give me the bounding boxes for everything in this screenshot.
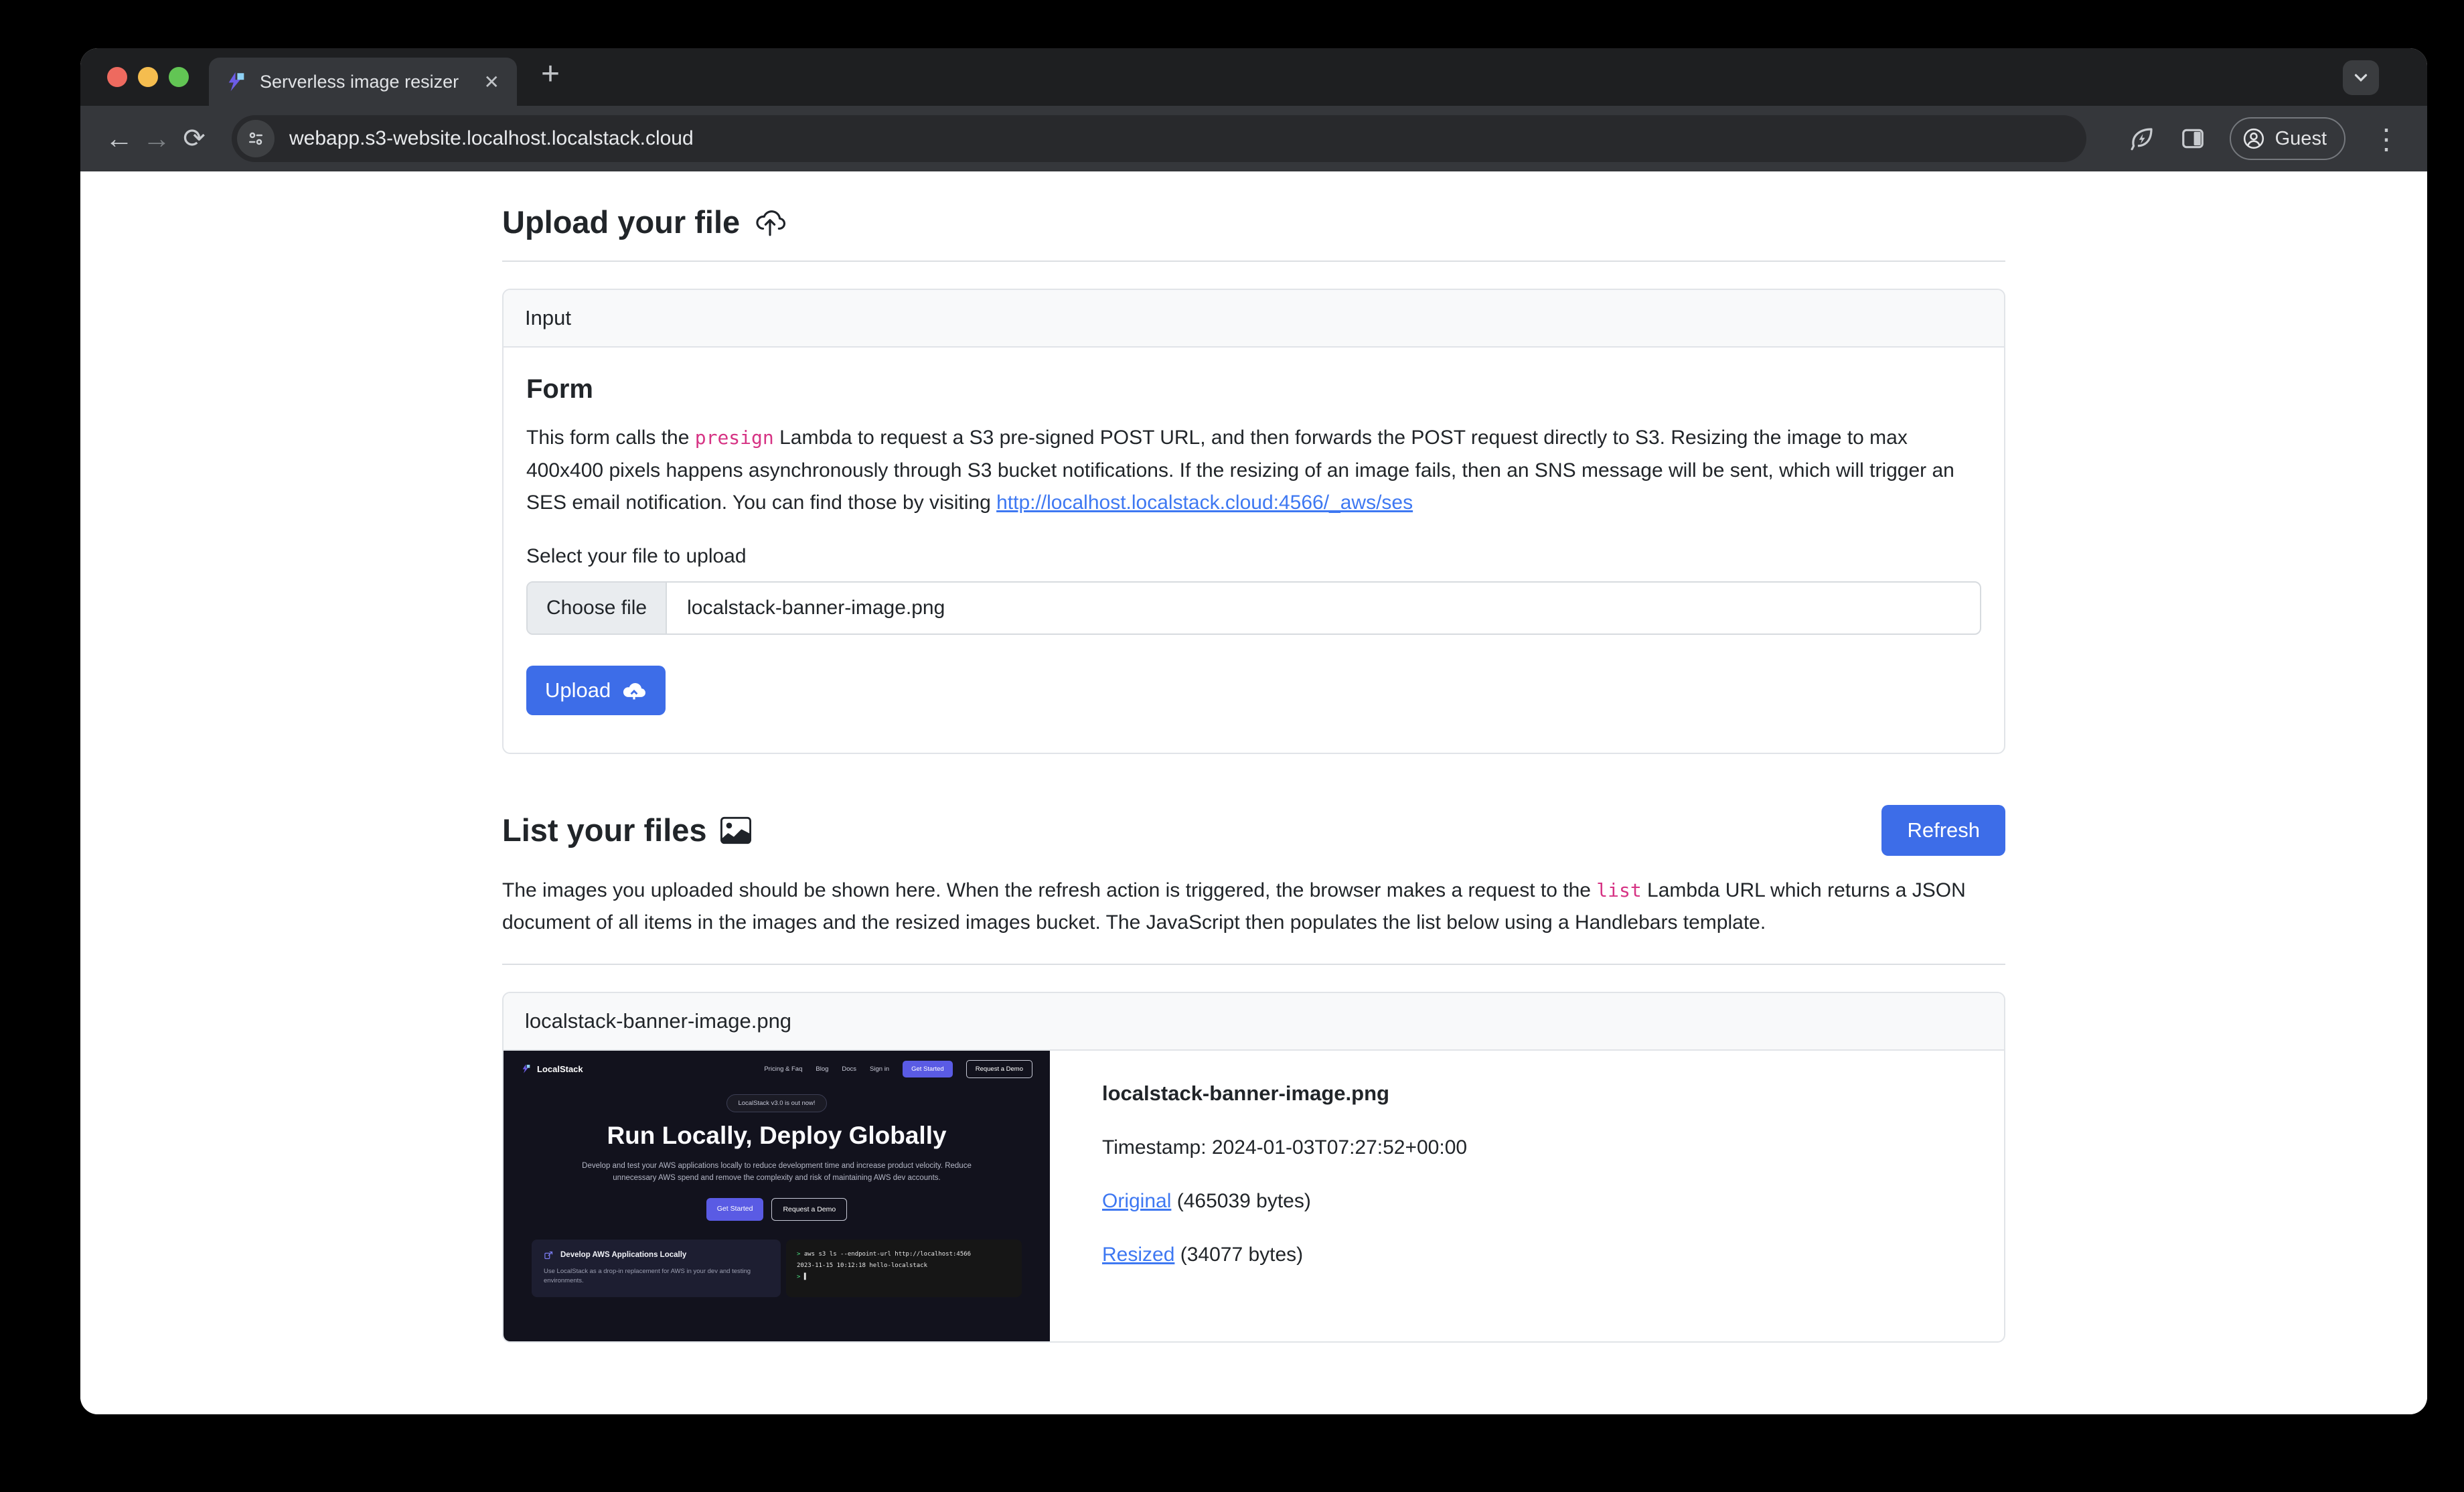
refresh-button[interactable]: Refresh xyxy=(1881,805,2005,856)
list-section-title: List your files xyxy=(502,812,751,848)
resized-size: (34077 bytes) xyxy=(1174,1244,1303,1266)
banner-request-demo-button: Request a Demo xyxy=(966,1060,1032,1078)
image-icon xyxy=(720,815,751,846)
banner-brand-text: LocalStack xyxy=(537,1064,583,1074)
terminal-prompt2: > xyxy=(797,1274,800,1280)
file-timestamp: Timestamp: 2024-01-03T07:27:52+00:00 xyxy=(1102,1136,1467,1159)
person-icon xyxy=(2242,127,2266,151)
share-icon xyxy=(544,1250,554,1260)
original-size: (465039 bytes) xyxy=(1171,1190,1310,1212)
banner-logo: LocalStack xyxy=(521,1063,583,1074)
file-input[interactable]: Choose file localstack-banner-image.png xyxy=(526,581,1981,635)
file-thumbnail[interactable]: LocalStack Pricing & Faq Blog Docs Sign … xyxy=(504,1051,1050,1341)
banner-headline: Run Locally, Deploy Globally xyxy=(504,1122,1050,1150)
site-settings-button[interactable] xyxy=(237,120,275,157)
terminal-command: aws s3 ls --endpoint-url http://localhos… xyxy=(800,1251,971,1258)
maximize-window-button[interactable] xyxy=(169,67,189,87)
browser-tab[interactable]: Serverless image resizer ✕ xyxy=(209,58,517,106)
banner-feature-title: Develop AWS Applications Locally xyxy=(560,1251,686,1259)
original-link[interactable]: Original xyxy=(1102,1190,1171,1212)
close-window-button[interactable] xyxy=(107,67,127,87)
banner-nav-signin: Sign in xyxy=(870,1065,889,1073)
form-description-part1: This form calls the xyxy=(526,427,695,449)
divider xyxy=(502,260,2005,262)
input-card-header: Input xyxy=(504,290,2004,348)
upload-title-text: Upload your file xyxy=(502,204,740,240)
list-title-text: List your files xyxy=(502,812,707,848)
minimize-window-button[interactable] xyxy=(138,67,158,87)
form-description: This form calls the presign Lambda to re… xyxy=(526,422,1981,520)
tab-title: Serverless image resizer xyxy=(260,72,483,92)
tab-strip: Serverless image resizer ✕ + xyxy=(80,48,2427,106)
presign-code: presign xyxy=(695,427,774,449)
file-card: localstack-banner-image.png LocalStack xyxy=(502,992,2005,1343)
new-tab-button[interactable]: + xyxy=(536,58,565,96)
banner-subtext: Develop and test your AWS applications l… xyxy=(576,1161,978,1185)
traffic-lights xyxy=(107,67,189,87)
page-content: Upload your file Input Form This form ca… xyxy=(80,171,2427,1414)
form-title: Form xyxy=(526,374,1981,404)
upload-button[interactable]: Upload xyxy=(526,666,666,715)
cloud-upload-icon xyxy=(753,206,787,239)
browser-window: Serverless image resizer ✕ + ← → ⟳ webap… xyxy=(80,48,2427,1414)
divider xyxy=(502,964,2005,965)
banner-cta-request-demo: Request a Demo xyxy=(771,1198,847,1221)
ses-link[interactable]: http://localhost.localstack.cloud:4566/_… xyxy=(996,492,1413,514)
banner-version-badge: LocalStack v3.0 is out now! xyxy=(726,1094,826,1112)
list-description: The images you uploaded should be shown … xyxy=(502,875,2005,940)
list-description-part1: The images you uploaded should be shown … xyxy=(502,879,1596,901)
terminal-cursor: ▌ xyxy=(804,1274,807,1280)
back-button[interactable]: ← xyxy=(100,123,138,155)
banner-terminal: > aws s3 ls --endpoint-url http://localh… xyxy=(786,1240,1022,1297)
side-panel-button[interactable] xyxy=(2180,126,2206,151)
profile-button[interactable]: Guest xyxy=(2230,117,2345,160)
localstack-logo-icon xyxy=(521,1063,532,1074)
energy-saver-button[interactable] xyxy=(2128,125,2156,153)
banner-nav-docs: Docs xyxy=(842,1065,856,1073)
banner-cta-get-started: Get Started xyxy=(706,1198,764,1221)
chevron-down-icon xyxy=(2351,68,2371,88)
profile-label: Guest xyxy=(2275,128,2327,150)
choose-file-button[interactable]: Choose file xyxy=(528,583,667,633)
browser-menu-button[interactable]: ⋮ xyxy=(2366,123,2407,155)
file-card-header: localstack-banner-image.png xyxy=(504,993,2004,1051)
tab-favicon-icon xyxy=(225,70,248,93)
file-input-value: localstack-banner-image.png xyxy=(667,597,945,619)
banner-feature-text: Use LocalStack as a drop-in replacement … xyxy=(544,1267,769,1286)
file-name: localstack-banner-image.png xyxy=(1102,1081,1467,1106)
banner-nav-blog: Blog xyxy=(816,1065,828,1073)
upload-button-label: Upload xyxy=(545,678,611,702)
reload-button[interactable]: ⟳ xyxy=(175,123,213,154)
side-panel-icon xyxy=(2180,126,2206,151)
file-input-label: Select your file to upload xyxy=(526,545,1981,568)
forward-button[interactable]: → xyxy=(138,123,175,155)
upload-section-title: Upload your file xyxy=(502,204,2005,240)
tab-close-icon[interactable]: ✕ xyxy=(483,71,501,93)
browser-toolbar: ← → ⟳ webapp.s3-website.localhost.locals… xyxy=(80,106,2427,171)
tune-icon xyxy=(246,129,266,149)
banner-nav-pricing: Pricing & Faq xyxy=(764,1065,802,1073)
cloud-upload-filled-icon xyxy=(621,678,647,703)
url-text: webapp.s3-website.localhost.localstack.c… xyxy=(289,127,694,150)
input-card: Input Form This form calls the presign L… xyxy=(502,289,2005,754)
banner-feature-card: Develop AWS Applications Locally Use Loc… xyxy=(532,1240,781,1297)
banner-get-started-button: Get Started xyxy=(903,1061,953,1077)
address-bar[interactable]: webapp.s3-website.localhost.localstack.c… xyxy=(232,115,2086,162)
tab-search-button[interactable] xyxy=(2343,60,2379,95)
resized-link[interactable]: Resized xyxy=(1102,1244,1174,1266)
terminal-output: 2023-11-15 10:12:18 hello-localstack xyxy=(797,1260,1011,1272)
leaf-icon xyxy=(2128,125,2156,153)
file-details: localstack-banner-image.png Timestamp: 2… xyxy=(1050,1051,1494,1341)
list-code: list xyxy=(1596,879,1641,901)
